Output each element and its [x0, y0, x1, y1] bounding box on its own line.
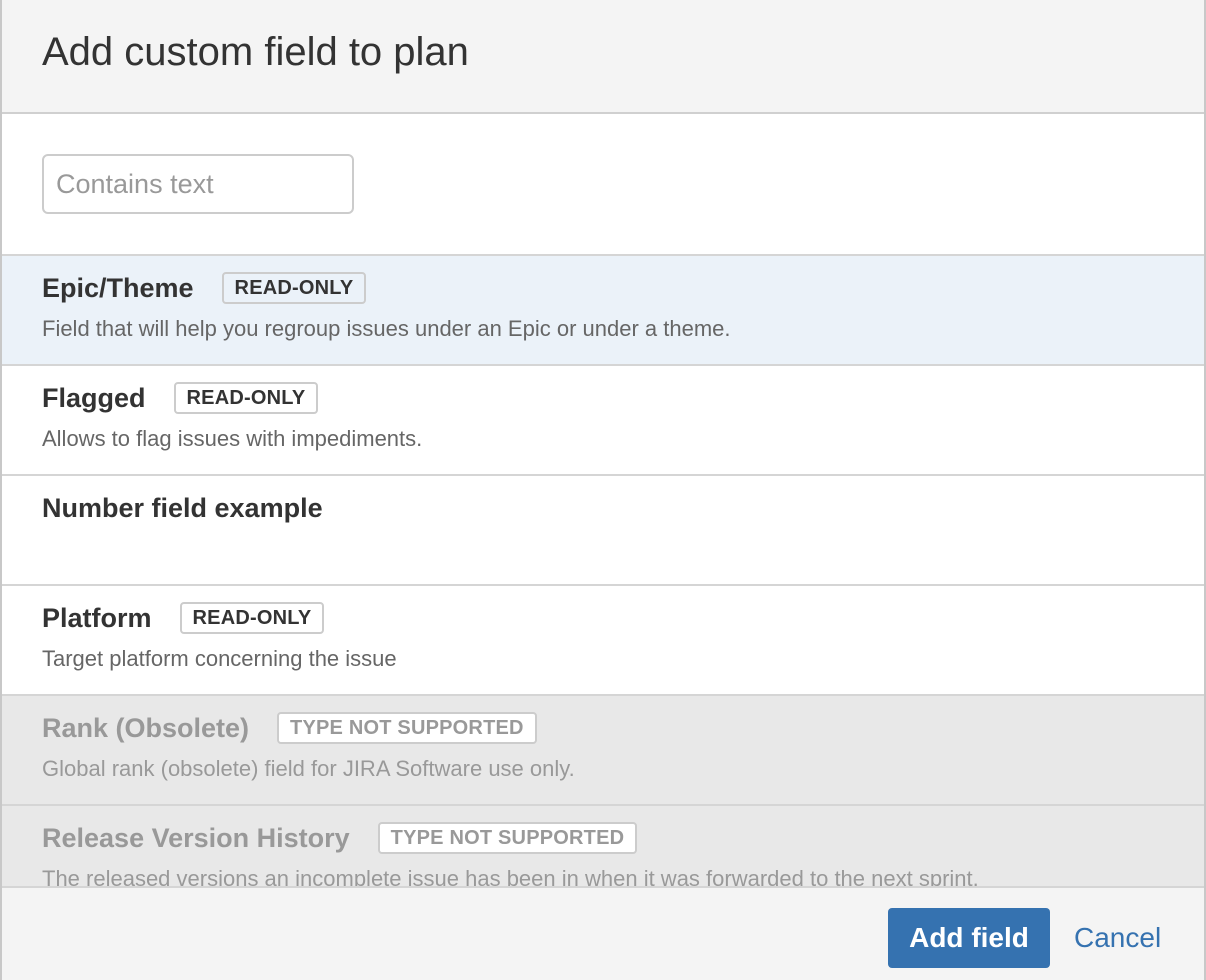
field-item-epic-theme[interactable]: Epic/Theme READ-ONLY Field that will hel…	[2, 256, 1204, 366]
field-item-flagged[interactable]: Flagged READ-ONLY Allows to flag issues …	[2, 366, 1204, 476]
field-name: Release Version History	[42, 822, 350, 853]
dialog-footer: Add field Cancel	[2, 886, 1204, 980]
read-only-badge: READ-ONLY	[179, 602, 325, 634]
dialog-title: Add custom field to plan	[42, 30, 469, 74]
field-name-row: Number field example	[42, 490, 323, 526]
dialog-header: Add custom field to plan	[2, 0, 1204, 114]
add-field-button[interactable]: Add field	[888, 908, 1050, 968]
field-description: Global rank (obsolete) field for JIRA So…	[42, 756, 575, 781]
field-name: Epic/Theme	[42, 272, 194, 303]
field-name-row: Release Version History TYPE NOT SUPPORT…	[42, 820, 638, 856]
field-name-row: Epic/Theme READ-ONLY	[42, 270, 367, 306]
field-description: Allows to flag issues with impediments.	[42, 426, 423, 451]
field-item-platform[interactable]: Platform READ-ONLY Target platform conce…	[2, 586, 1204, 696]
search-input[interactable]	[42, 154, 354, 214]
cancel-link[interactable]: Cancel	[1074, 922, 1161, 954]
field-name-row: Rank (Obsolete) TYPE NOT SUPPORTED	[42, 710, 537, 746]
add-custom-field-dialog: Add custom field to plan Epic/Theme READ…	[0, 0, 1206, 980]
field-description: Field that will help you regroup issues …	[42, 316, 731, 341]
search-area	[2, 114, 1204, 254]
read-only-badge: READ-ONLY	[221, 272, 367, 304]
field-description: The released versions an incomplete issu…	[42, 866, 979, 888]
field-name-row: Platform READ-ONLY	[42, 600, 325, 636]
field-name: Flagged	[42, 382, 146, 413]
field-item-number-field-example[interactable]: Number field example	[2, 476, 1204, 586]
field-name: Rank (Obsolete)	[42, 712, 250, 743]
field-name-row: Flagged READ-ONLY	[42, 380, 319, 416]
read-only-badge: READ-ONLY	[173, 382, 319, 414]
type-not-supported-badge: TYPE NOT SUPPORTED	[377, 822, 638, 854]
field-name: Platform	[42, 602, 152, 633]
field-item-rank-obsolete: Rank (Obsolete) TYPE NOT SUPPORTED Globa…	[2, 696, 1204, 806]
type-not-supported-badge: TYPE NOT SUPPORTED	[277, 712, 537, 744]
field-name: Number field example	[42, 492, 323, 523]
field-description: Target platform concerning the issue	[42, 646, 397, 671]
field-item-release-version-history: Release Version History TYPE NOT SUPPORT…	[2, 806, 1204, 888]
field-list[interactable]: Epic/Theme READ-ONLY Field that will hel…	[2, 254, 1204, 888]
